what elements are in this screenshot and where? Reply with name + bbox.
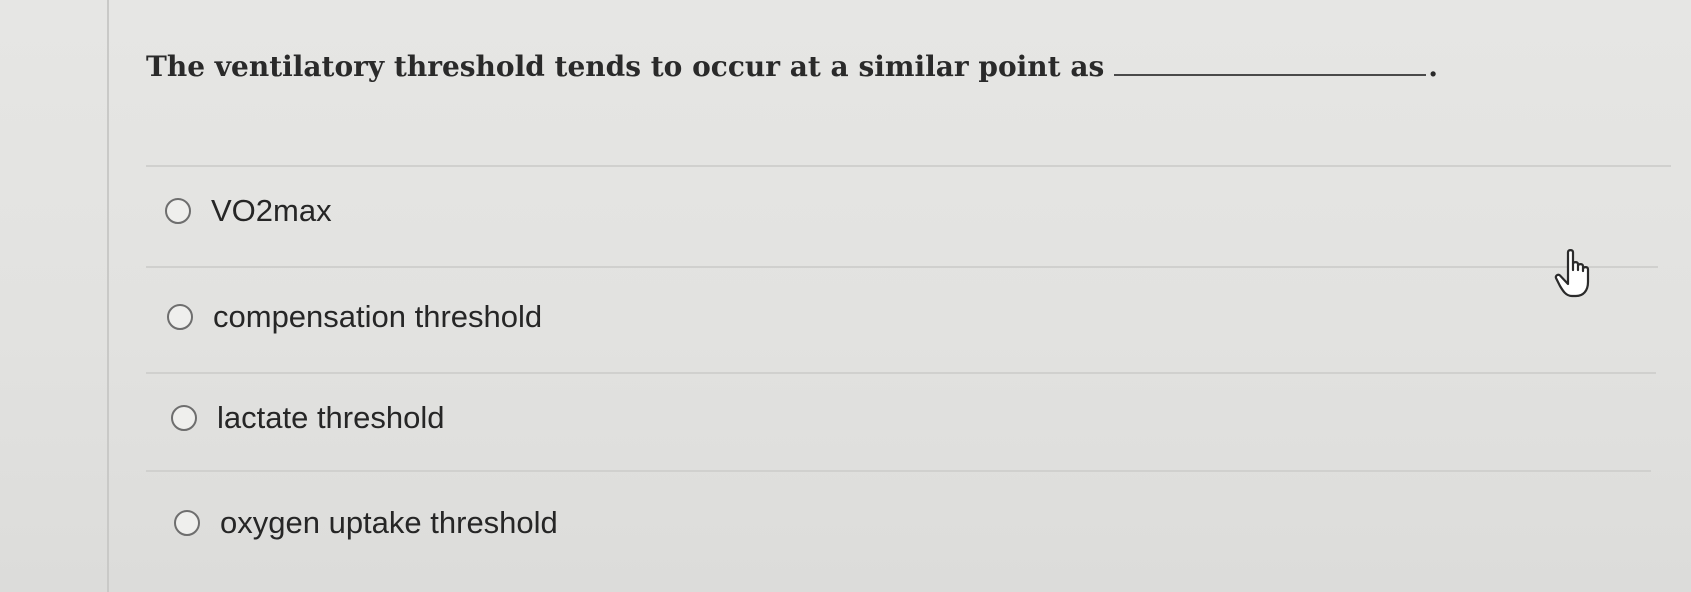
radio-button[interactable] <box>174 510 200 536</box>
option-label[interactable]: compensation threshold <box>213 299 542 335</box>
option-label[interactable]: lactate threshold <box>217 400 444 436</box>
option-vo2max[interactable]: VO2max <box>165 193 332 229</box>
option-label[interactable]: VO2max <box>211 193 332 229</box>
question-prompt: The ventilatory threshold tends to occur… <box>146 46 1438 83</box>
answer-blank <box>1114 46 1427 76</box>
hand-pointer-icon <box>1554 249 1590 298</box>
divider <box>146 372 1656 374</box>
question-period: . <box>1428 50 1438 83</box>
option-label[interactable]: oxygen uptake threshold <box>220 505 558 541</box>
divider <box>146 470 1651 472</box>
option-lactate-threshold[interactable]: lactate threshold <box>171 400 444 436</box>
left-border <box>107 0 109 592</box>
option-compensation-threshold[interactable]: compensation threshold <box>167 299 542 335</box>
divider <box>146 266 1658 268</box>
option-oxygen-uptake-threshold[interactable]: oxygen uptake threshold <box>174 505 558 541</box>
radio-button[interactable] <box>165 198 191 224</box>
divider <box>146 165 1671 167</box>
radio-button[interactable] <box>171 405 197 431</box>
question-text: The ventilatory threshold tends to occur… <box>146 50 1105 83</box>
radio-button[interactable] <box>167 304 193 330</box>
